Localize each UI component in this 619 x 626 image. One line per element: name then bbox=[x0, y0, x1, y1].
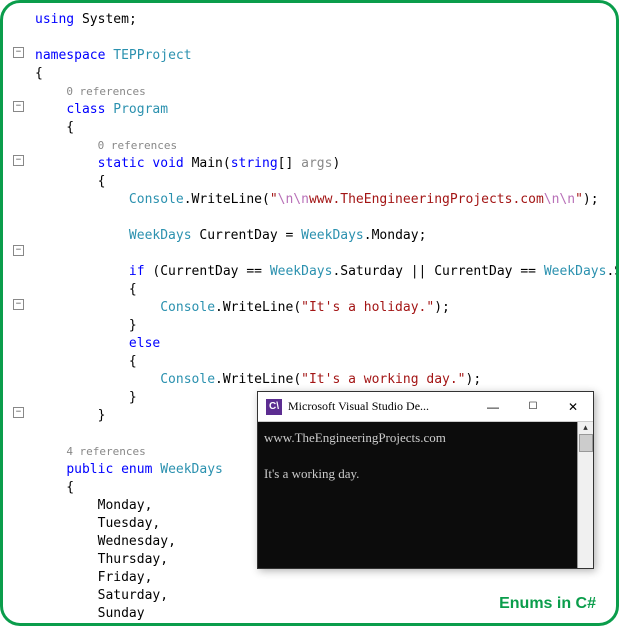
minimize-button[interactable]: — bbox=[473, 392, 513, 422]
editor-frame: using System; namespace TEPProject { 0 r… bbox=[0, 0, 619, 626]
scroll-thumb[interactable] bbox=[579, 434, 593, 452]
console-output[interactable]: www.TheEngineeringProjects.com It's a wo… bbox=[258, 422, 593, 568]
fold-else[interactable] bbox=[13, 299, 24, 310]
fold-class[interactable] bbox=[13, 101, 24, 112]
caption-label: Enums in C# bbox=[499, 595, 596, 613]
close-button[interactable]: ✕ bbox=[553, 392, 593, 422]
vs-icon: C\ bbox=[266, 399, 282, 415]
console-window: C\ Microsoft Visual Studio De... — ☐ ✕ w… bbox=[257, 391, 594, 569]
console-line: It's a working day. bbox=[264, 466, 587, 482]
console-line: www.TheEngineeringProjects.com bbox=[264, 430, 587, 446]
maximize-button[interactable]: ☐ bbox=[513, 392, 553, 422]
console-scrollbar[interactable]: ▴ bbox=[577, 422, 593, 568]
fold-main[interactable] bbox=[13, 155, 24, 166]
fold-if[interactable] bbox=[13, 245, 24, 256]
fold-namespace[interactable] bbox=[13, 47, 24, 58]
fold-enum[interactable] bbox=[13, 407, 24, 418]
console-title: Microsoft Visual Studio De... bbox=[288, 399, 473, 414]
scroll-up-icon[interactable]: ▴ bbox=[578, 422, 593, 433]
console-titlebar[interactable]: C\ Microsoft Visual Studio De... — ☐ ✕ bbox=[258, 392, 593, 422]
